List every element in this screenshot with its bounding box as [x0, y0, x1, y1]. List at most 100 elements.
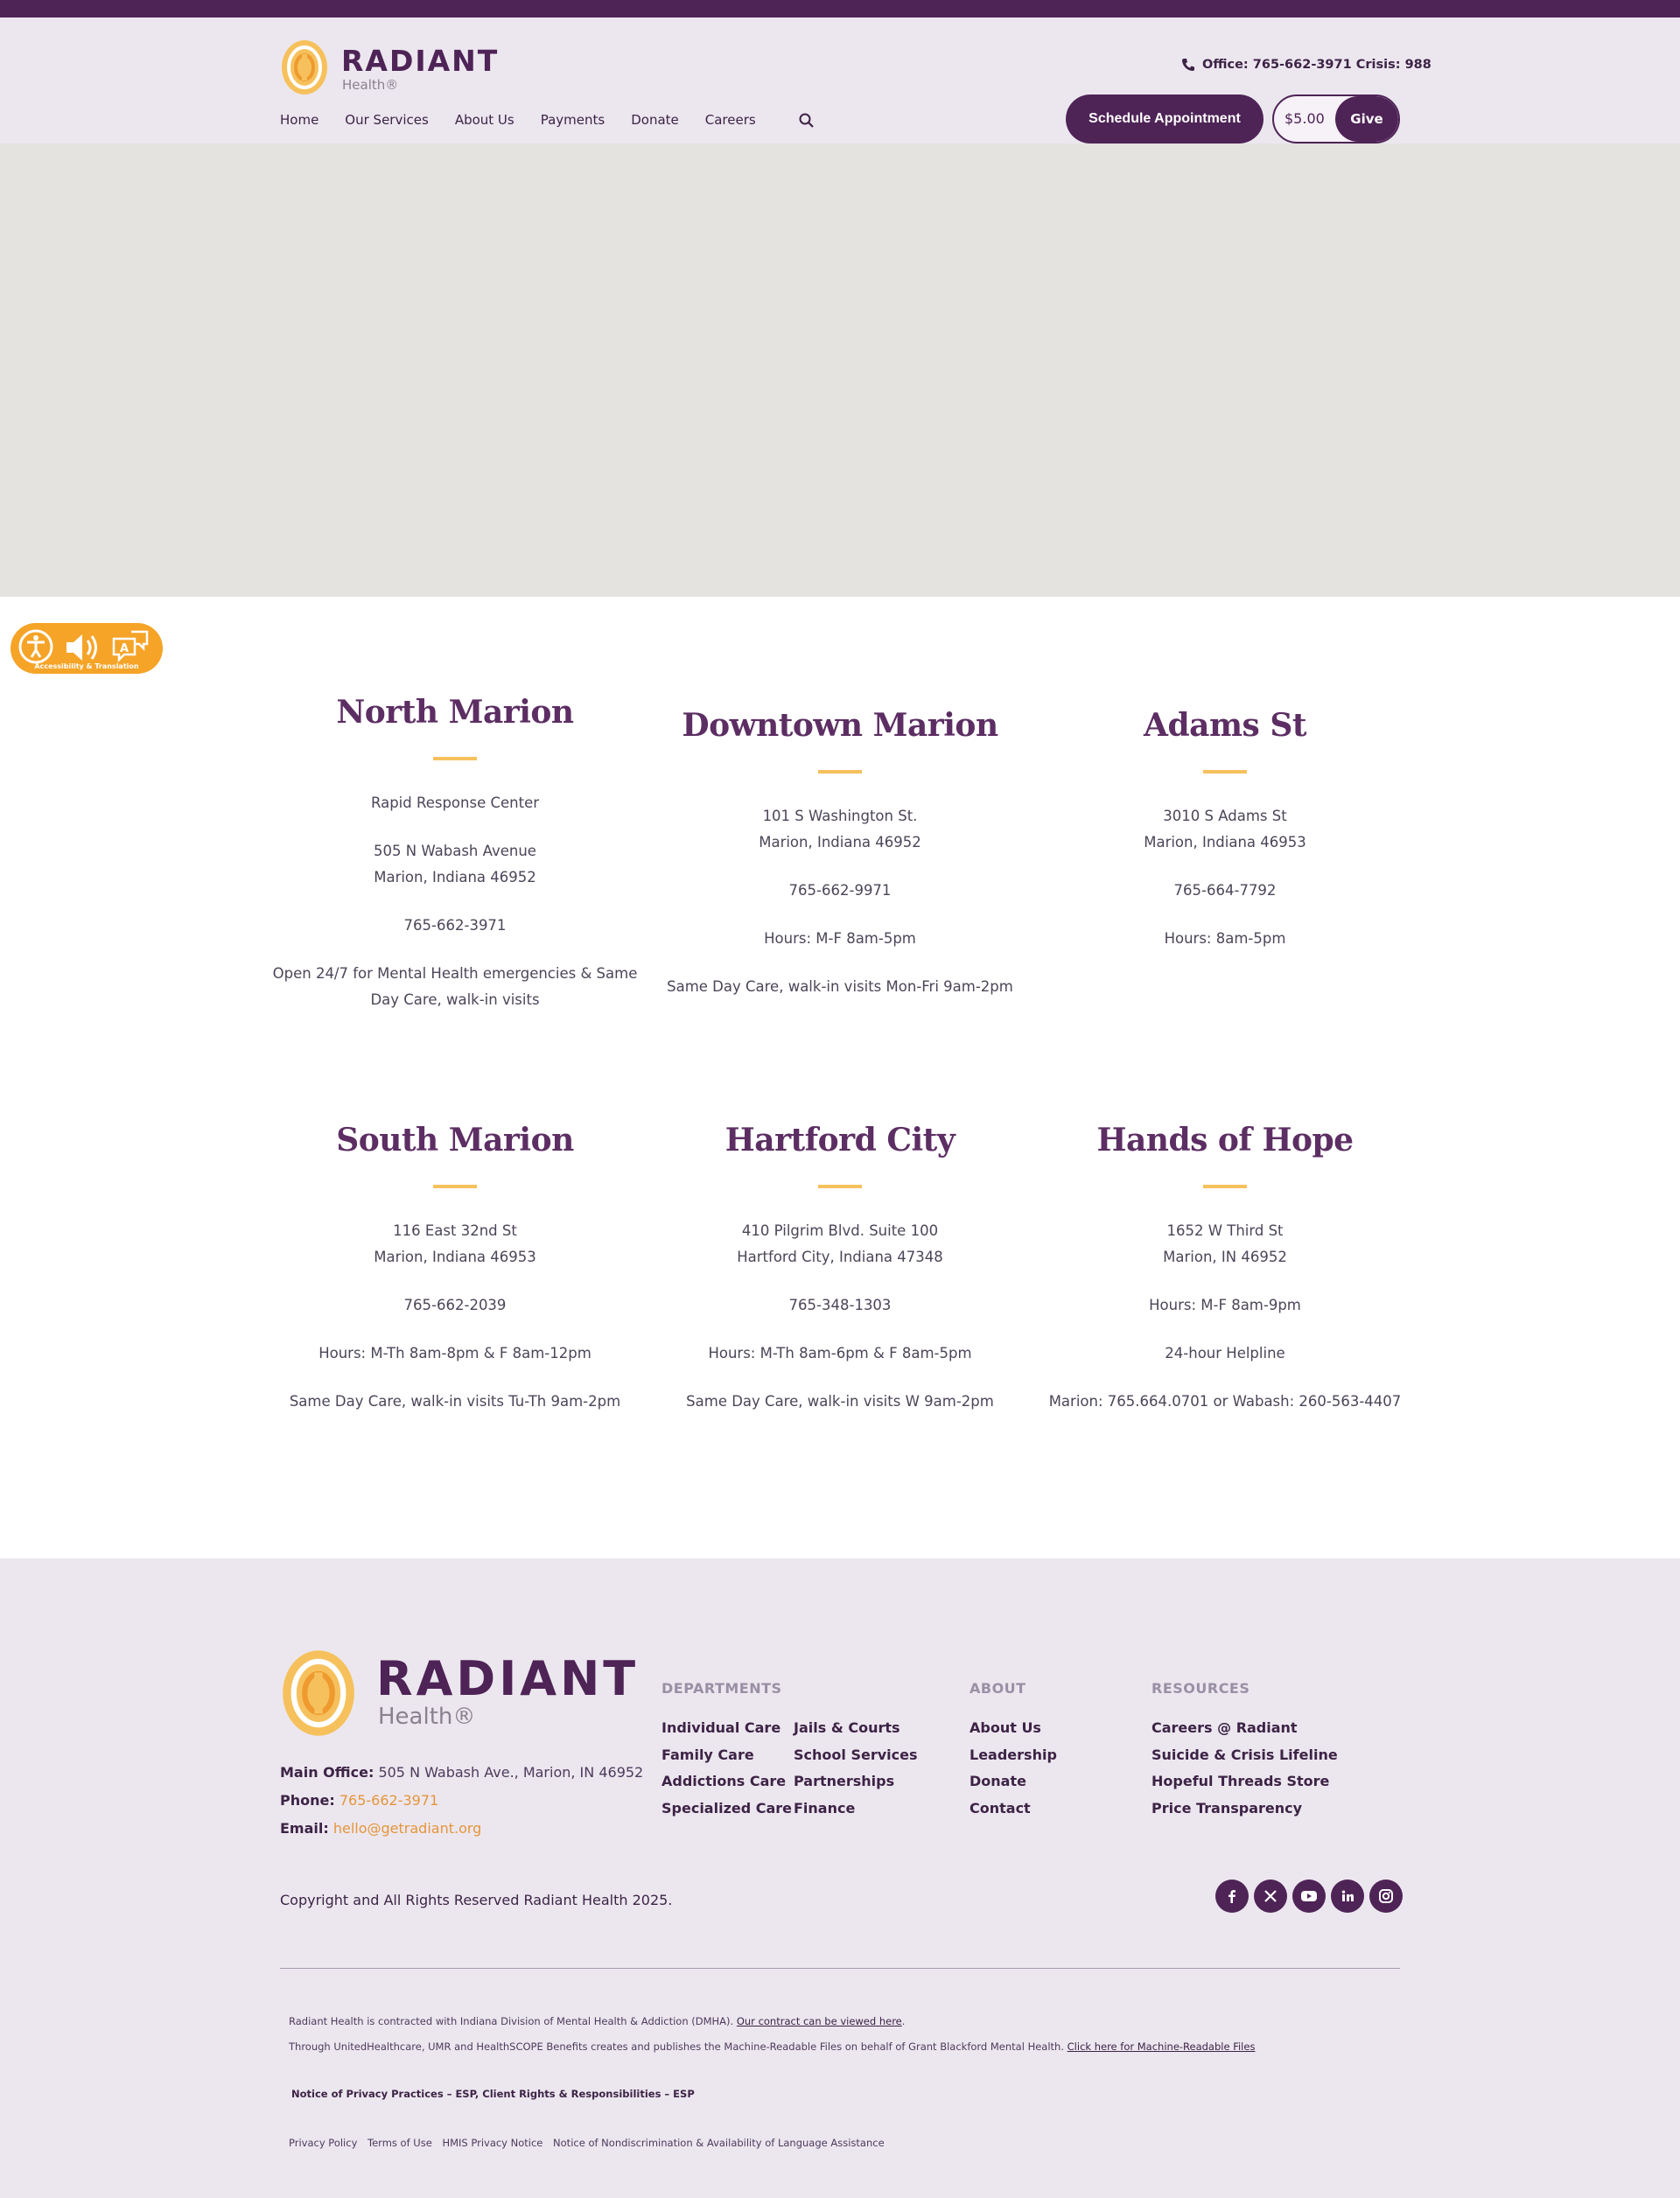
location-line: Open 24/7 for Mental Health emergencies …: [272, 965, 638, 982]
hmis-privacy-link[interactable]: HMIS Privacy Notice: [442, 2137, 542, 2149]
footer-link-individual-care[interactable]: Individual Care: [662, 1719, 780, 1736]
office-phone[interactable]: Office: 765-662-3971 Crisis: 988: [1181, 54, 1432, 75]
location-phone[interactable]: 765-662-9971: [648, 878, 1032, 904]
footer-link-school-services[interactable]: School Services: [794, 1746, 917, 1763]
schedule-appointment-button[interactable]: Schedule Appointment: [1066, 94, 1264, 144]
location-name: Hartford City: [724, 1122, 956, 1158]
location-line: Rapid Response Center: [370, 794, 539, 811]
location-card: Downtown Marion 101 S Washington St. Mar…: [648, 707, 1032, 1000]
location-line: Marion, IN 46952: [1163, 1249, 1287, 1265]
footer-link-addictions-care[interactable]: Addictions Care: [662, 1773, 786, 1789]
donation-widget: $5.00 Give: [1272, 94, 1400, 144]
privacy-policy-link[interactable]: Privacy Policy: [289, 2137, 357, 2149]
location-line: 505 N Wabash Avenue: [374, 843, 536, 859]
give-button[interactable]: Give: [1335, 96, 1398, 142]
linkedin-icon[interactable]: [1331, 1880, 1364, 1913]
location-phone[interactable]: 765-662-2039: [262, 1292, 648, 1319]
phone-line: Phone: 765-662-3971: [280, 1792, 438, 1809]
location-line: Marion, Indiana 46952: [374, 869, 536, 886]
phone-link[interactable]: 765-662-3971: [340, 1792, 438, 1809]
footer-link-specialized-care[interactable]: Specialized Care: [662, 1800, 792, 1816]
resources-heading: RESOURCES: [1152, 1680, 1250, 1697]
contract-notice: Radiant Health is contracted with Indian…: [289, 2015, 906, 2027]
location-divider: [818, 770, 862, 774]
mrf-notice: Through UnitedHealthcare, UMR and Health…: [289, 2040, 1255, 2053]
footer-link-contact[interactable]: Contact: [970, 1800, 1031, 1816]
footer-logo-wordmark: RADIANT: [376, 1651, 640, 1706]
youtube-icon[interactable]: [1292, 1880, 1326, 1913]
nav-payments[interactable]: Payments: [541, 112, 605, 133]
footer-link-jails-courts[interactable]: Jails & Courts: [794, 1719, 900, 1736]
donation-amount-input[interactable]: $5.00: [1284, 110, 1325, 127]
privacy-rights-links[interactable]: Notice of Privacy Practices – ESP, Clien…: [291, 2088, 695, 2100]
mrf-text: Through UnitedHealthcare, UMR and Health…: [289, 2040, 1064, 2053]
radiant-logo-icon: [283, 1650, 354, 1736]
email-line: Email: hello@getradiant.org: [280, 1820, 481, 1837]
phone-label: Phone:: [280, 1792, 335, 1809]
top-accent-bar: [0, 0, 1680, 18]
location-divider: [433, 1185, 477, 1188]
accessibility-widget[interactable]: A Accessibility & Translation: [10, 623, 163, 674]
main-office-label: Main Office:: [280, 1764, 374, 1781]
footer-link-partnerships[interactable]: Partnerships: [794, 1773, 894, 1789]
main-office-address: 505 N Wabash Ave., Marion, IN 46952: [378, 1764, 644, 1781]
footer-link-crisis-lifeline[interactable]: Suicide & Crisis Lifeline: [1152, 1746, 1338, 1763]
location-phone[interactable]: 765-662-3971: [262, 913, 648, 939]
site-header: RADIANT Health® Home Our Services About …: [0, 18, 1680, 144]
nav-careers[interactable]: Careers: [705, 112, 756, 133]
instagram-icon[interactable]: [1369, 1880, 1403, 1913]
footer-link-careers[interactable]: Careers @ Radiant: [1152, 1719, 1298, 1736]
location-line: Hours: M-F 8am-9pm: [1149, 1297, 1301, 1313]
footer-link-hopeful-threads[interactable]: Hopeful Threads Store: [1152, 1773, 1329, 1789]
location-divider: [1203, 770, 1247, 774]
footer-link-price-transparency[interactable]: Price Transparency: [1152, 1800, 1302, 1816]
search-icon[interactable]: [798, 112, 816, 130]
location-card: North Marion Rapid Response Center 505 N…: [262, 694, 648, 1013]
location-line: Hours: M-Th 8am-6pm & F 8am-5pm: [708, 1345, 972, 1362]
footer-link-donate[interactable]: Donate: [970, 1773, 1026, 1789]
location-line: Hours: 8am-5pm: [1164, 930, 1286, 947]
email-link[interactable]: hello@getradiant.org: [333, 1820, 481, 1837]
location-line: Hartford City, Indiana 47348: [737, 1249, 943, 1265]
location-line: Hours: M-Th 8am-8pm & F 8am-12pm: [318, 1345, 592, 1362]
nav-our-services[interactable]: Our Services: [345, 112, 429, 133]
location-line: Same Day Care, walk-in visits Mon-Fri 9a…: [667, 978, 1013, 995]
footer-link-leadership[interactable]: Leadership: [970, 1746, 1057, 1763]
location-line: Same Day Care, walk-in visits Tu-Th 9am-…: [289, 1393, 621, 1410]
location-line: Marion, Indiana 46953: [1144, 834, 1306, 850]
footer-link-finance[interactable]: Finance: [794, 1800, 855, 1816]
location-phone[interactable]: Marion: 765.664.0701 or Wabash: 260-563-…: [1032, 1389, 1418, 1415]
contract-link[interactable]: Our contract can be viewed here: [737, 2015, 902, 2027]
terms-of-use-link[interactable]: Terms of Use: [368, 2137, 432, 2149]
mrf-link[interactable]: Click here for Machine-Readable Files: [1068, 2040, 1256, 2053]
footer-link-about-us[interactable]: About Us: [970, 1719, 1041, 1736]
hero-map-area: [0, 144, 1680, 597]
location-divider: [818, 1185, 862, 1188]
location-line: Day Care, walk-in visits: [370, 991, 540, 1008]
location-name: Hands of Hope: [1096, 1122, 1354, 1158]
email-label: Email:: [280, 1820, 329, 1837]
x-icon[interactable]: [1254, 1880, 1287, 1913]
legal-links: Privacy Policy Terms of Use HMIS Privacy…: [289, 2137, 892, 2149]
location-phone[interactable]: 765-664-7792: [1032, 878, 1418, 904]
site-logo[interactable]: RADIANT Health®: [280, 37, 508, 98]
facebook-icon[interactable]: [1215, 1880, 1249, 1913]
location-line: 24-hour Helpline: [1165, 1345, 1285, 1362]
nav-donate[interactable]: Donate: [631, 112, 679, 133]
location-card: Hartford City 410 Pilgrim Blvd. Suite 10…: [648, 1122, 1032, 1415]
footer-link-family-care[interactable]: Family Care: [662, 1746, 754, 1763]
location-card: Adams St 3010 S Adams St Marion, Indiana…: [1032, 707, 1418, 952]
footer-logo[interactable]: RADIANT Health®: [280, 1646, 635, 1742]
nav-about-us[interactable]: About Us: [455, 112, 514, 133]
footer-logo-subtitle: Health®: [378, 1704, 476, 1730]
accessibility-icon: [18, 629, 53, 664]
copyright-text: Copyright and All Rights Reserved Radian…: [280, 1892, 673, 1908]
translate-icon: A: [112, 630, 149, 663]
phone-icon: [1182, 59, 1194, 71]
nav-home[interactable]: Home: [280, 112, 318, 133]
nondiscrimination-link[interactable]: Notice of Nondiscrimination & Availabili…: [553, 2137, 885, 2149]
location-card: South Marion 116 East 32nd St Marion, In…: [262, 1122, 648, 1415]
location-card: Hands of Hope 1652 W Third St Marion, IN…: [1032, 1122, 1418, 1415]
location-phone[interactable]: 765-348-1303: [648, 1292, 1032, 1319]
main-office-line: Main Office: 505 N Wabash Ave., Marion, …: [280, 1764, 643, 1781]
